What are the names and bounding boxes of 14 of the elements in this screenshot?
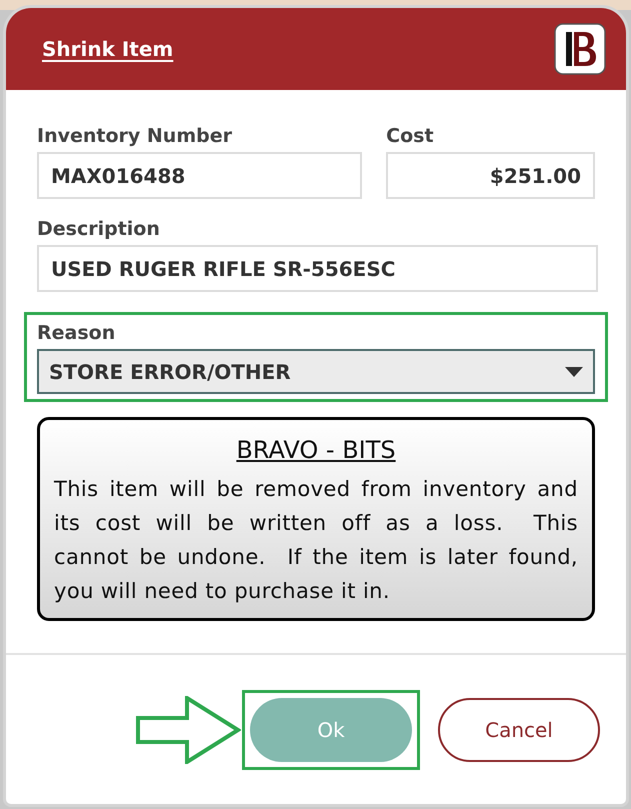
field-label: Description <box>37 217 161 241</box>
text-field[interactable]: USED RUGER RIFLE SR-556ESC <box>37 245 598 292</box>
logo-icon <box>554 23 606 75</box>
caret-icon <box>565 366 583 376</box>
field-label: Cost <box>386 124 435 148</box>
field-label: Reason <box>37 321 116 345</box>
reason-dropdown[interactable]: STORE ERROR/OTHER <box>37 349 595 394</box>
cancel-button[interactable]: Cancel <box>438 698 600 762</box>
text-field[interactable]: MAX016488 <box>37 152 362 199</box>
text-field[interactable]: $251.00 <box>386 152 595 199</box>
dialog-title: Shrink Item <box>42 36 174 63</box>
notice-text: This item will be removed from inventory and its cost will be written off as a loss. This cannot be undone. If the item is later found, you will need to purchase it in. <box>54 476 578 605</box>
notice-title: BRAVO - BITS <box>236 435 396 466</box>
field-label: Inventory Number <box>37 124 233 148</box>
